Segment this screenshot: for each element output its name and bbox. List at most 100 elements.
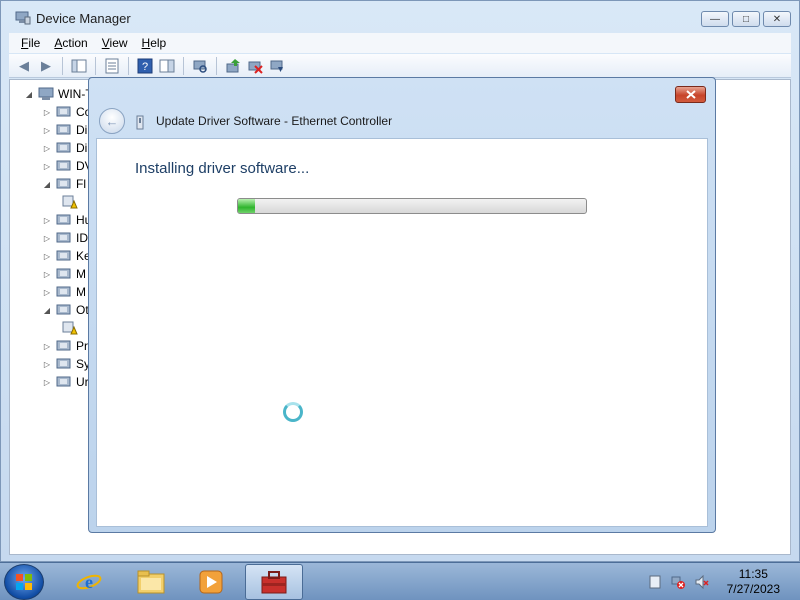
expand-icon[interactable]: ▷ — [42, 342, 52, 351]
device-category-icon — [56, 304, 71, 315]
collapse-icon[interactable]: ◢ — [24, 90, 34, 99]
tree-node-label: M — [76, 285, 86, 299]
expand-icon[interactable]: ▷ — [42, 270, 52, 279]
back-arrow-icon[interactable]: ◀ — [15, 57, 33, 75]
collapse-icon[interactable]: ◢ — [42, 306, 52, 315]
tree-child-warning-device[interactable] — [58, 193, 82, 211]
install-progress-bar — [237, 198, 587, 214]
tree-category[interactable]: ▷ Ur — [42, 373, 89, 391]
svg-text:?: ? — [142, 61, 148, 73]
ethernet-controller-icon — [136, 115, 144, 130]
device-category-icon — [56, 106, 71, 117]
help-icon[interactable]: ? — [136, 57, 154, 75]
toolbar-separator — [216, 56, 217, 75]
tree-category[interactable]: ▷ M — [42, 283, 86, 301]
tree-node-label: Di — [76, 141, 88, 155]
expand-icon[interactable]: ▷ — [42, 234, 52, 243]
internet-explorer-taskbar-button[interactable]: e — [62, 564, 116, 600]
show-hide-tree-icon[interactable] — [70, 57, 88, 75]
tree-category[interactable]: ▷ Di — [42, 121, 87, 139]
device-manager-taskbar-button[interactable] — [245, 564, 303, 600]
dialog-title: Update Driver Software - Ethernet Contro… — [156, 114, 393, 128]
clock-time: 11:35 — [738, 567, 768, 581]
tree-category[interactable]: ▷ Sy — [42, 355, 90, 373]
tree-category[interactable]: ◢ Ot — [42, 301, 89, 319]
network-icon[interactable] — [671, 575, 685, 589]
menu-action[interactable]: Action — [48, 36, 93, 50]
expand-icon[interactable]: ▷ — [42, 288, 52, 297]
expand-icon[interactable]: ▷ — [42, 252, 52, 261]
toolbar-separator — [95, 56, 96, 75]
tree-category[interactable]: ▷ M — [42, 265, 86, 283]
taskbar: e 11:35 7/27/2023 — [0, 562, 800, 600]
tree-category[interactable]: ▷ Co — [42, 103, 91, 121]
toolbar-separator — [128, 56, 129, 75]
action-center-icon[interactable] — [648, 575, 662, 589]
expand-icon[interactable]: ▷ — [42, 144, 52, 153]
menu-view[interactable]: View — [96, 36, 134, 50]
minimize-button[interactable]: — — [701, 11, 729, 27]
enable-device-icon[interactable] — [268, 57, 286, 75]
tree-category[interactable]: ▷ Ke — [42, 247, 91, 265]
tree-root[interactable]: ◢ WIN-T — [24, 85, 93, 103]
warning-device-icon — [62, 195, 78, 209]
update-driver-dialog: ← Update Driver Software - Ethernet Cont… — [88, 77, 716, 533]
menu-file[interactable]: File — [15, 36, 46, 50]
windows-logo-icon — [16, 574, 32, 590]
device-category-icon — [56, 250, 71, 261]
toolbar-separator — [183, 56, 184, 75]
collapse-icon[interactable]: ◢ — [42, 180, 52, 189]
window-title: Device Manager — [36, 11, 131, 26]
internet-explorer-icon: e — [76, 572, 102, 592]
close-icon — [685, 90, 696, 99]
dialog-body: Installing driver software... — [96, 138, 708, 527]
maximize-button[interactable]: □ — [732, 11, 760, 27]
device-category-icon — [56, 214, 71, 225]
tree-node-label: ID — [76, 231, 88, 245]
tree-node-label: Di — [76, 123, 88, 137]
expand-icon[interactable]: ▷ — [42, 108, 52, 117]
dialog-header: ← Update Driver Software - Ethernet Cont… — [89, 108, 715, 140]
tree-node-label: Pr — [76, 339, 88, 353]
properties-icon[interactable] — [103, 57, 121, 75]
uninstall-icon[interactable] — [246, 57, 264, 75]
tree-node-label: M — [76, 267, 86, 281]
scan-hardware-icon[interactable] — [191, 57, 209, 75]
dialog-close-button[interactable] — [675, 86, 706, 103]
folder-icon — [137, 570, 165, 594]
installing-heading: Installing driver software... — [135, 160, 310, 177]
tree-category[interactable]: ▷ Di — [42, 139, 87, 157]
update-driver-icon[interactable] — [224, 57, 242, 75]
menu-help[interactable]: Help — [136, 36, 173, 50]
expand-icon[interactable]: ▷ — [42, 378, 52, 387]
tree-category[interactable]: ▷ ID — [42, 229, 88, 247]
expand-icon[interactable]: ▷ — [42, 126, 52, 135]
media-player-taskbar-button[interactable] — [184, 564, 238, 600]
warning-device-icon — [62, 321, 78, 335]
tree-category[interactable]: ◢ Fl — [42, 175, 86, 193]
device-category-icon — [56, 178, 71, 189]
tree-node-label: Ot — [76, 303, 89, 317]
menu-bar: File Action View Help — [9, 33, 791, 53]
forward-arrow-icon[interactable]: ▶ — [37, 57, 55, 75]
tree-child-warning-device[interactable] — [58, 319, 82, 337]
device-category-icon — [56, 124, 71, 135]
system-clock[interactable]: 11:35 7/27/2023 — [727, 567, 780, 597]
expand-icon[interactable]: ▷ — [42, 360, 52, 369]
expand-icon[interactable]: ▷ — [42, 162, 52, 171]
close-button[interactable]: ✕ — [763, 11, 791, 27]
device-category-icon — [56, 286, 71, 297]
action-pane-icon[interactable] — [158, 57, 176, 75]
back-button[interactable]: ← — [99, 108, 125, 134]
expand-icon[interactable]: ▷ — [42, 216, 52, 225]
explorer-taskbar-button[interactable] — [124, 564, 178, 600]
media-player-icon — [199, 570, 223, 594]
start-button[interactable] — [4, 564, 44, 600]
toolbar: ◀ ▶ ? — [9, 54, 791, 78]
tree-category[interactable]: ▷ Pr — [42, 337, 88, 355]
device-category-icon — [56, 358, 71, 369]
volume-muted-icon[interactable] — [695, 575, 709, 589]
tree-category[interactable]: ▷ DV — [42, 157, 93, 175]
tree-category[interactable]: ▷ Hu — [42, 211, 91, 229]
device-manager-icon — [15, 11, 31, 25]
